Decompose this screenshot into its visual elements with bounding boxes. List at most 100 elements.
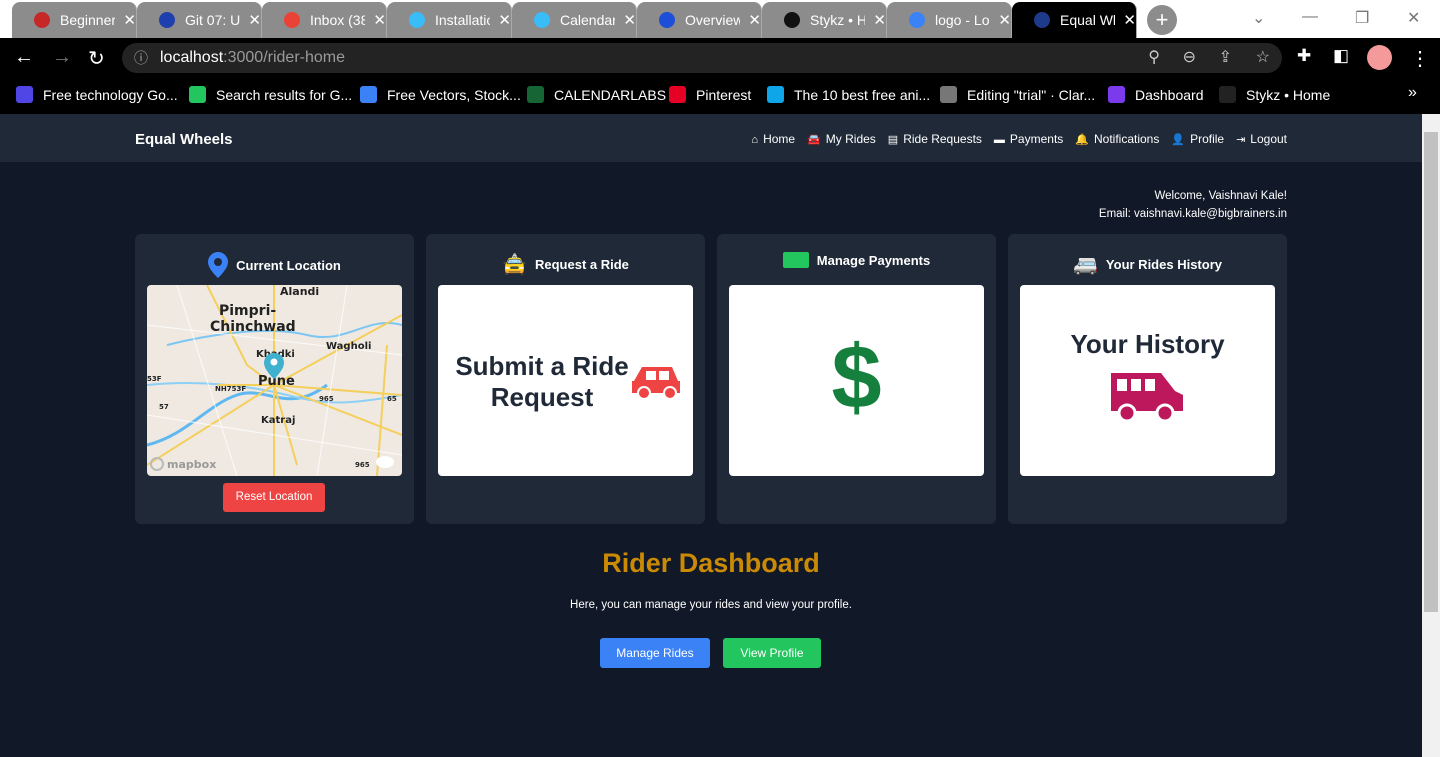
profile-avatar[interactable] [1367, 45, 1392, 70]
view-profile-button[interactable]: View Profile [723, 638, 821, 668]
browser-tab[interactable]: Installatio ✕ [387, 2, 512, 38]
browser-tab[interactable]: Equal Wh ✕ [1012, 2, 1137, 38]
tab-title: Inbox (38 [310, 12, 366, 28]
current-location-card: Current Location Alandi Pimpri- Chinchwa… [135, 234, 414, 524]
tab-favicon [34, 12, 50, 28]
welcome-text: Welcome, Vaishnavi Kale! [1154, 190, 1287, 202]
url-input[interactable]: ⓘ localhost:3000/rider-home ⚲ ⊖ ⇪ ☆ [122, 43, 1282, 73]
history-panel[interactable]: Your History [1020, 285, 1275, 476]
bookmark-item[interactable]: Search results for G... [189, 86, 352, 103]
tab-close-icon[interactable]: ✕ [123, 11, 136, 29]
nav-label: Logout [1250, 132, 1287, 146]
bookmark-favicon [189, 86, 206, 103]
nav-payments[interactable]: ▬ Payments [994, 132, 1063, 146]
tab-search-icon[interactable]: ⌄ [1252, 8, 1265, 28]
tab-close-icon[interactable]: ✕ [498, 11, 511, 29]
info-icon[interactable]: ⓘ [134, 43, 148, 73]
car-icon: 🚘 [807, 134, 821, 146]
forward-icon[interactable]: → [52, 46, 72, 69]
bookmark-item[interactable]: Stykz • Home [1219, 86, 1330, 103]
location-icon[interactable]: ⚲ [1148, 43, 1160, 73]
browser-tab[interactable]: logo - Lo ✕ [887, 2, 1012, 38]
sidepanel-icon[interactable]: ◧ [1333, 46, 1349, 66]
more-bookmarks-icon[interactable]: » [1408, 84, 1417, 102]
card-title: Request a Ride [534, 257, 629, 272]
tab-close-icon[interactable]: ✕ [623, 11, 636, 29]
tab-close-icon[interactable]: ✕ [248, 11, 261, 29]
nav-my-rides[interactable]: 🚘 My Rides [807, 132, 876, 146]
nav-home[interactable]: ⌂ Home [751, 132, 795, 146]
extensions-icon[interactable]: ✚ [1297, 46, 1311, 66]
manage-payments-card[interactable]: Manage Payments $ [717, 234, 996, 524]
tab-close-icon[interactable]: ✕ [748, 11, 761, 29]
bookmark-label: Pinterest [696, 86, 752, 103]
home-icon: ⌂ [751, 134, 759, 146]
bookmark-item[interactable]: Dashboard [1108, 86, 1204, 103]
tab-title: Stykz • H [810, 12, 866, 28]
browser-tab[interactable]: Inbox (38 ✕ [262, 2, 387, 38]
panel-text: Submit a Ride [455, 351, 629, 381]
map[interactable]: Alandi Pimpri- Chinchwad Khadki Wagholi … [147, 285, 402, 476]
restore-button[interactable]: ❐ [1355, 8, 1369, 28]
browser-tab[interactable]: Beginner ✕ [12, 2, 137, 38]
reload-icon[interactable]: ↻ [88, 46, 105, 71]
bookmark-item[interactable]: Pinterest [669, 86, 751, 103]
new-tab-button[interactable]: + [1147, 5, 1177, 35]
nav-ride-requests[interactable]: ▤ Ride Requests [888, 132, 982, 146]
bookmark-favicon [16, 86, 33, 103]
bookmark-item[interactable]: The 10 best free ani... [767, 86, 930, 103]
scrollbar-thumb[interactable] [1424, 132, 1438, 612]
request-ride-card[interactable]: 🚖 Request a Ride Submit a Ride Request [426, 234, 705, 524]
tab-strip: Beginner✕Git 07: Up✕Inbox (38✕Installati… [0, 0, 1440, 38]
tab-close-icon[interactable]: ✕ [373, 11, 386, 29]
tab-favicon [1034, 12, 1050, 28]
tab-title: Beginner [60, 12, 116, 28]
tab-close-icon[interactable]: ✕ [998, 11, 1011, 29]
manage-rides-button[interactable]: Manage Rides [600, 638, 710, 668]
dollar-icon: $ [831, 328, 882, 428]
minimize-button[interactable]: — [1302, 8, 1318, 26]
browser-tab[interactable]: Calendar ✕ [512, 2, 637, 38]
browser-tab[interactable]: Stykz • H ✕ [762, 2, 887, 38]
request-ride-panel[interactable]: Submit a Ride Request [438, 285, 693, 476]
browser-tab[interactable]: Overview ✕ [637, 2, 762, 38]
bookmark-label: Free Vectors, Stock... [387, 86, 521, 103]
tab-title: Calendar [560, 12, 616, 28]
mapbox-logo[interactable]: mapbox [167, 458, 216, 471]
back-icon[interactable]: ← [14, 46, 34, 69]
road-shield: 65 [387, 395, 397, 403]
bookmark-label: Free technology Go... [43, 86, 178, 103]
nav-logout[interactable]: ⇥ Logout [1236, 132, 1287, 146]
reset-location-button[interactable]: Reset Location [223, 483, 325, 512]
bookmarks-bar: » Free technology Go... Search results fo… [0, 76, 1440, 114]
rides-history-card[interactable]: 🚐 Your Rides History Your History [1008, 234, 1287, 524]
nav-label: Notifications [1093, 132, 1160, 146]
zoom-icon[interactable]: ⊖ [1183, 43, 1196, 73]
bookmark-item[interactable]: Free Vectors, Stock... [360, 86, 521, 103]
bookmark-label: Editing "trial" · Clar... [967, 86, 1096, 103]
bookmark-favicon [1219, 86, 1236, 103]
bookmark-item[interactable]: CALENDARLABS [527, 86, 666, 103]
menu-icon[interactable]: ⋮ [1410, 46, 1430, 71]
close-window-button[interactable]: ✕ [1407, 8, 1420, 28]
tab-title: Equal Wh [1060, 12, 1116, 28]
bookmark-item[interactable]: Free technology Go... [16, 86, 178, 103]
map-label: Pimpri- [219, 303, 276, 319]
payments-panel[interactable]: $ [729, 285, 984, 476]
road-shield: 57 [159, 403, 169, 411]
tab-close-icon[interactable]: ✕ [873, 11, 886, 29]
bell-icon: 🔔 [1075, 134, 1089, 146]
nav-profile[interactable]: 👤 Profile [1171, 132, 1224, 146]
browser-tab[interactable]: Git 07: Up ✕ [137, 2, 262, 38]
address-bar-row: ← → ↻ ⓘ localhost:3000/rider-home ⚲ ⊖ ⇪ … [0, 38, 1440, 76]
bookmark-label: Search results for G... [216, 86, 353, 103]
bookmark-favicon [1108, 86, 1125, 103]
brand[interactable]: Equal Wheels [135, 131, 233, 148]
bookmark-star-icon[interactable]: ☆ [1256, 43, 1270, 73]
map-pin-icon [208, 252, 229, 278]
nav-notifications[interactable]: 🔔 Notifications [1075, 132, 1159, 146]
share-icon[interactable]: ⇪ [1219, 43, 1232, 73]
tab-close-icon[interactable]: ✕ [1123, 11, 1136, 29]
tab-favicon [784, 12, 800, 28]
bookmark-item[interactable]: Editing "trial" · Clar... [940, 86, 1095, 103]
